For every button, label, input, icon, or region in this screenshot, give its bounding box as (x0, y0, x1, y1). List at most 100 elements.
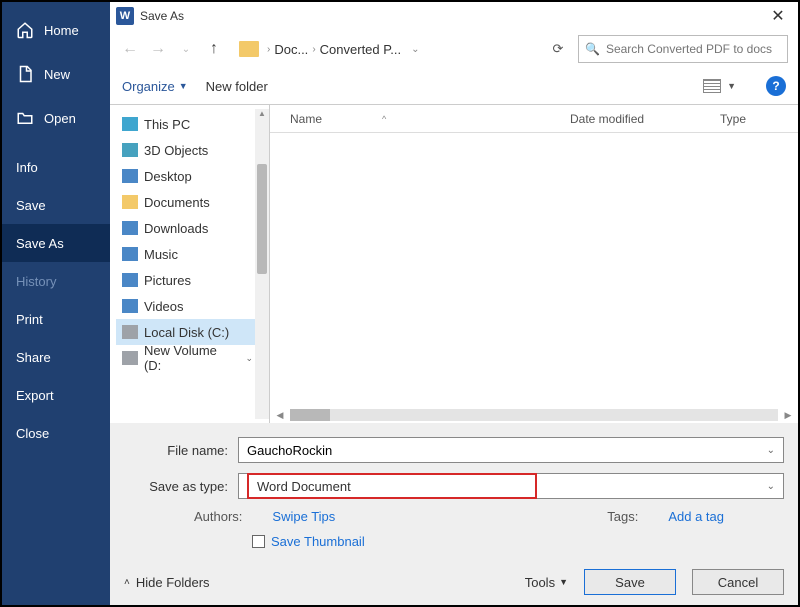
filename-field[interactable]: ⌄ (238, 437, 784, 463)
nav-save-label: Save (16, 198, 46, 213)
search-input[interactable] (606, 42, 776, 56)
hide-folders-label: Hide Folders (136, 575, 210, 590)
save-as-type-field[interactable]: Word Document ⌄ (238, 473, 784, 499)
tree-label: Local Disk (C:) (144, 325, 229, 340)
tree-label: Music (144, 247, 178, 262)
tags-link[interactable]: Add a tag (668, 509, 724, 524)
tree-local-disk-c[interactable]: Local Disk (C:) (116, 319, 269, 345)
nav-saveas-label: Save As (16, 236, 64, 251)
new-icon (16, 65, 34, 83)
close-button[interactable]: ✕ (764, 2, 792, 30)
file-list-body[interactable] (270, 133, 798, 407)
forward-button[interactable]: → (148, 40, 168, 58)
chevron-right-icon: › (312, 44, 315, 55)
search-box[interactable]: 🔍 (578, 35, 788, 63)
tree-label: Downloads (144, 221, 208, 236)
scroll-thumb[interactable] (257, 164, 267, 274)
dialog-body: This PC 3D Objects Desktop Documents Dow… (110, 104, 798, 423)
nav-info-label: Info (16, 160, 38, 175)
sort-asc-icon: ^ (382, 114, 386, 124)
folder-icon (239, 41, 259, 57)
filename-input[interactable] (247, 443, 767, 458)
scroll-track[interactable] (290, 409, 778, 421)
tools-label: Tools (525, 575, 555, 590)
nav-info[interactable]: Info (2, 148, 110, 186)
chevron-down-icon[interactable]: ⌄ (767, 445, 775, 456)
nav-close[interactable]: Close (2, 414, 110, 452)
type-label: Save as type: (124, 479, 228, 494)
nav-new-label: New (44, 67, 70, 82)
music-icon (122, 247, 138, 261)
up-button[interactable]: ↑ (204, 40, 224, 58)
pictures-icon (122, 273, 138, 287)
thumbnail-row: Save Thumbnail (124, 534, 784, 549)
titlebar: W Save As ✕ (110, 2, 798, 30)
help-button[interactable]: ? (766, 76, 786, 96)
new-folder-button[interactable]: New folder (206, 79, 268, 94)
save-button[interactable]: Save (584, 569, 676, 595)
nav-export[interactable]: Export (2, 376, 110, 414)
tags-label: Tags: (607, 509, 638, 524)
hide-folders-toggle[interactable]: ˄ Hide Folders (124, 575, 210, 590)
nav-home-label: Home (44, 23, 79, 38)
authors-link[interactable]: Swipe Tips (272, 509, 335, 524)
nav-saveas[interactable]: Save As (2, 224, 110, 262)
app-shell: Home New Open Info Save Save As History … (0, 0, 800, 607)
scroll-right-icon[interactable]: ▶ (782, 410, 794, 421)
tree-desktop[interactable]: Desktop (116, 163, 269, 189)
refresh-button[interactable]: ⟳ (546, 41, 570, 57)
tree-downloads[interactable]: Downloads (116, 215, 269, 241)
nav-print[interactable]: Print (2, 300, 110, 338)
crumb-1[interactable]: Doc... (274, 42, 308, 57)
save-form: File name: ⌄ Save as type: Word Document… (110, 423, 798, 559)
cancel-button[interactable]: Cancel (692, 569, 784, 595)
col-name[interactable]: Name ^ (270, 112, 570, 126)
tree-label: New Volume (D: (144, 343, 238, 373)
scroll-thumb[interactable] (290, 409, 330, 421)
col-date[interactable]: Date modified (570, 112, 720, 126)
tree-music[interactable]: Music (116, 241, 269, 267)
chevron-down-icon[interactable]: ⌄ (411, 44, 419, 55)
chevron-up-icon: ˄ (124, 577, 130, 588)
scroll-up-icon[interactable]: ▲ (255, 109, 269, 121)
pc-icon (122, 117, 138, 131)
col-type[interactable]: Type (720, 112, 798, 126)
save-thumbnail-checkbox[interactable] (252, 535, 265, 548)
nav-close-label: Close (16, 426, 49, 441)
back-button[interactable]: ← (120, 40, 140, 58)
breadcrumb[interactable]: › Doc... › Converted P... ⌄ (232, 36, 538, 62)
tree-pictures[interactable]: Pictures (116, 267, 269, 293)
nav-new[interactable]: New (2, 52, 110, 96)
organize-menu[interactable]: Organize ▼ (122, 79, 188, 94)
recent-dropdown[interactable]: ⌄ (176, 44, 196, 55)
tree-new-volume-d[interactable]: New Volume (D: ⌄ (116, 345, 269, 371)
view-options[interactable]: ▼ (703, 79, 736, 93)
tools-menu[interactable]: Tools ▼ (525, 575, 568, 590)
chevron-down-icon[interactable]: ⌄ (767, 481, 775, 492)
chevron-down-icon: ▼ (179, 81, 188, 91)
crumb-2[interactable]: Converted P... (320, 42, 401, 57)
dialog-title: Save As (140, 9, 764, 23)
scroll-left-icon[interactable]: ◀ (274, 410, 286, 421)
tree-scrollbar[interactable]: ▲ (255, 109, 269, 419)
horizontal-scrollbar[interactable]: ◀ ▶ (270, 407, 798, 423)
type-value: Word Document (257, 479, 351, 494)
save-thumbnail-label: Save Thumbnail (271, 534, 365, 549)
tree-videos[interactable]: Videos (116, 293, 269, 319)
nav-share[interactable]: Share (2, 338, 110, 376)
nav-home[interactable]: Home (2, 8, 110, 52)
nav-history[interactable]: History (2, 262, 110, 300)
chevron-down-icon[interactable]: ⌄ (245, 353, 253, 364)
toolbar: Organize ▼ New folder ▼ ? (110, 68, 798, 104)
tree-documents[interactable]: Documents (116, 189, 269, 215)
organize-label: Organize (122, 79, 175, 94)
address-bar: ← → ⌄ ↑ › Doc... › Converted P... ⌄ ⟳ 🔍 (110, 30, 798, 68)
authors-label: Authors: (194, 509, 242, 524)
drive-icon (122, 325, 138, 339)
tree-label: This PC (144, 117, 190, 132)
tree-this-pc[interactable]: This PC (116, 111, 269, 137)
nav-save[interactable]: Save (2, 186, 110, 224)
tree-3d-objects[interactable]: 3D Objects (116, 137, 269, 163)
chevron-right-icon: › (267, 44, 270, 55)
nav-open[interactable]: Open (2, 96, 110, 140)
